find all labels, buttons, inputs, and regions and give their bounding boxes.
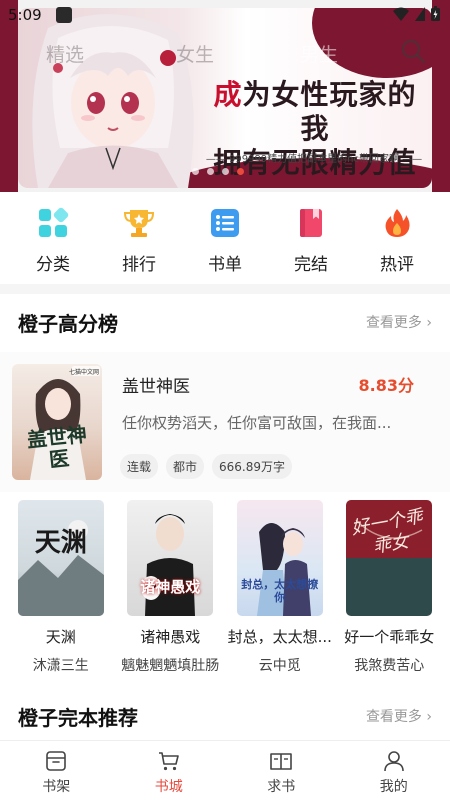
category-label: 书单	[208, 255, 242, 275]
book-cover[interactable]: 封总，太太想撩你	[236, 500, 323, 616]
cart-icon	[158, 752, 179, 771]
section-title: 橙子完本推荐	[18, 706, 138, 730]
bookshelf-icon	[46, 751, 67, 771]
book-card[interactable]: 诸神愚戏 诸神愚戏 魑魅魍魉填肚肠	[120, 500, 220, 680]
nav-label: 书城	[154, 779, 183, 795]
pager-dot[interactable]	[222, 168, 229, 175]
nav-request-book[interactable]: 求书	[236, 741, 326, 800]
category-shortcuts: 分类 排行 书单 完结 热评	[0, 192, 450, 284]
featured-book-card[interactable]: 盖世神医 七猫中文网 盖世神医 8.83分 任你权势滔天，任你富可敌国，在我面.…	[0, 352, 450, 492]
nav-label: 我的	[379, 779, 408, 795]
pager-dot[interactable]	[207, 168, 214, 175]
book-cover[interactable]: 好一个乖乖女	[346, 500, 433, 616]
book-icon	[294, 206, 328, 240]
tab-female[interactable]: 女生	[176, 40, 214, 67]
view-more-link[interactable]: 查看更多 ›	[366, 312, 432, 332]
banner-pager	[192, 168, 244, 175]
tag-genre: 都市	[166, 454, 205, 479]
cover-title: 诸神愚戏	[140, 578, 201, 596]
category-icon	[36, 206, 70, 240]
top-tabs: 精选 女生 男生	[0, 30, 450, 74]
section-divider	[0, 284, 450, 294]
book-description: 任你权势滔天，任你富可敌国，在我面...	[122, 414, 392, 432]
banner-tagline: —— 999999精力值把副本里的nc带回家啊 ——	[205, 154, 423, 165]
book-author: 我煞费苦心	[354, 658, 425, 674]
tag-word-count: 666.89万字	[212, 454, 293, 479]
category-item-classify[interactable]: 分类	[18, 192, 88, 284]
category-label: 完结	[294, 255, 328, 275]
book-tags: 连载 都市 666.89万字	[120, 454, 293, 479]
category-item-ranking[interactable]: 排行	[104, 192, 174, 284]
cover-title: 封总，太太想撩你	[241, 578, 319, 604]
open-book-icon	[270, 753, 293, 770]
book-card[interactable]: 封总，太太想撩你 封总，太太想... 云中觅	[227, 500, 332, 680]
book-cover[interactable]: 天渊	[17, 500, 104, 616]
search-icon[interactable]	[400, 38, 426, 64]
notification-icon	[56, 7, 72, 23]
category-label: 排行	[122, 255, 156, 275]
battery-icon	[431, 6, 440, 21]
complete-section-header: 橙子完本推荐 查看更多 ›	[0, 688, 450, 738]
trophy-icon	[122, 206, 156, 240]
tab-male[interactable]: 男生	[300, 40, 338, 67]
book-score: 8.83分	[358, 376, 414, 395]
signal-icon	[415, 6, 425, 21]
tag-status: 连载	[120, 454, 159, 479]
category-item-booklist[interactable]: 书单	[190, 192, 260, 284]
ranking-section-header: 橙子高分榜 查看更多 ›	[0, 294, 450, 350]
nav-profile[interactable]: 我的	[349, 741, 439, 800]
status-icons	[393, 6, 440, 21]
category-label: 热评	[380, 255, 414, 275]
book-title: 好一个乖乖女	[344, 628, 435, 646]
book-author: 魑魅魍魉填肚肠	[121, 658, 220, 674]
nav-bookstore[interactable]: 书城	[124, 741, 214, 800]
flame-icon	[380, 206, 414, 240]
book-cover[interactable]: 诸神愚戏	[127, 500, 214, 616]
book-cover[interactable]: 盖世神医 七猫中文网	[12, 364, 102, 480]
list-icon	[208, 206, 242, 240]
book-title: 封总，太太想...	[227, 628, 332, 646]
book-card[interactable]: 天渊 天渊 沐潇三生	[11, 500, 111, 680]
book-title: 盖世神医	[122, 377, 190, 397]
book-author: 沐潇三生	[32, 658, 89, 674]
status-time: 5:09	[8, 6, 42, 24]
status-bar: 5:09	[0, 0, 450, 30]
ranking-book-grid: 天渊 天渊 沐潇三生 诸神愚戏 诸神愚戏 魑魅魍魉填肚肠 封总，太太想撩你 封总…	[0, 500, 450, 680]
book-author: 云中觅	[258, 658, 301, 674]
view-more-link[interactable]: 查看更多 ›	[366, 706, 432, 726]
nav-label: 书架	[42, 779, 71, 795]
category-item-hot-comments[interactable]: 热评	[362, 192, 432, 284]
book-title: 天渊	[45, 628, 76, 646]
book-title: 诸神愚戏	[140, 628, 201, 646]
wifi-icon	[393, 7, 409, 21]
pager-dot[interactable]	[192, 168, 199, 175]
bottom-navigation: 书架 书城 求书 我的	[0, 740, 450, 800]
cover-title: 天渊	[34, 528, 87, 558]
book-card[interactable]: 好一个乖乖女 好一个乖乖女 我煞费苦心	[339, 500, 439, 680]
tab-featured[interactable]: 精选	[46, 40, 84, 67]
profile-icon	[383, 751, 404, 772]
section-title: 橙子高分榜	[18, 312, 118, 336]
cover-publisher-badge: 七猫中文网	[68, 369, 99, 376]
category-label: 分类	[36, 255, 70, 275]
nav-label: 求书	[267, 779, 296, 795]
category-item-completed[interactable]: 完结	[276, 192, 346, 284]
pager-dot-active[interactable]	[237, 168, 244, 175]
cover-title: 盖世神医	[25, 421, 88, 472]
nav-bookshelf[interactable]: 书架	[11, 741, 101, 800]
